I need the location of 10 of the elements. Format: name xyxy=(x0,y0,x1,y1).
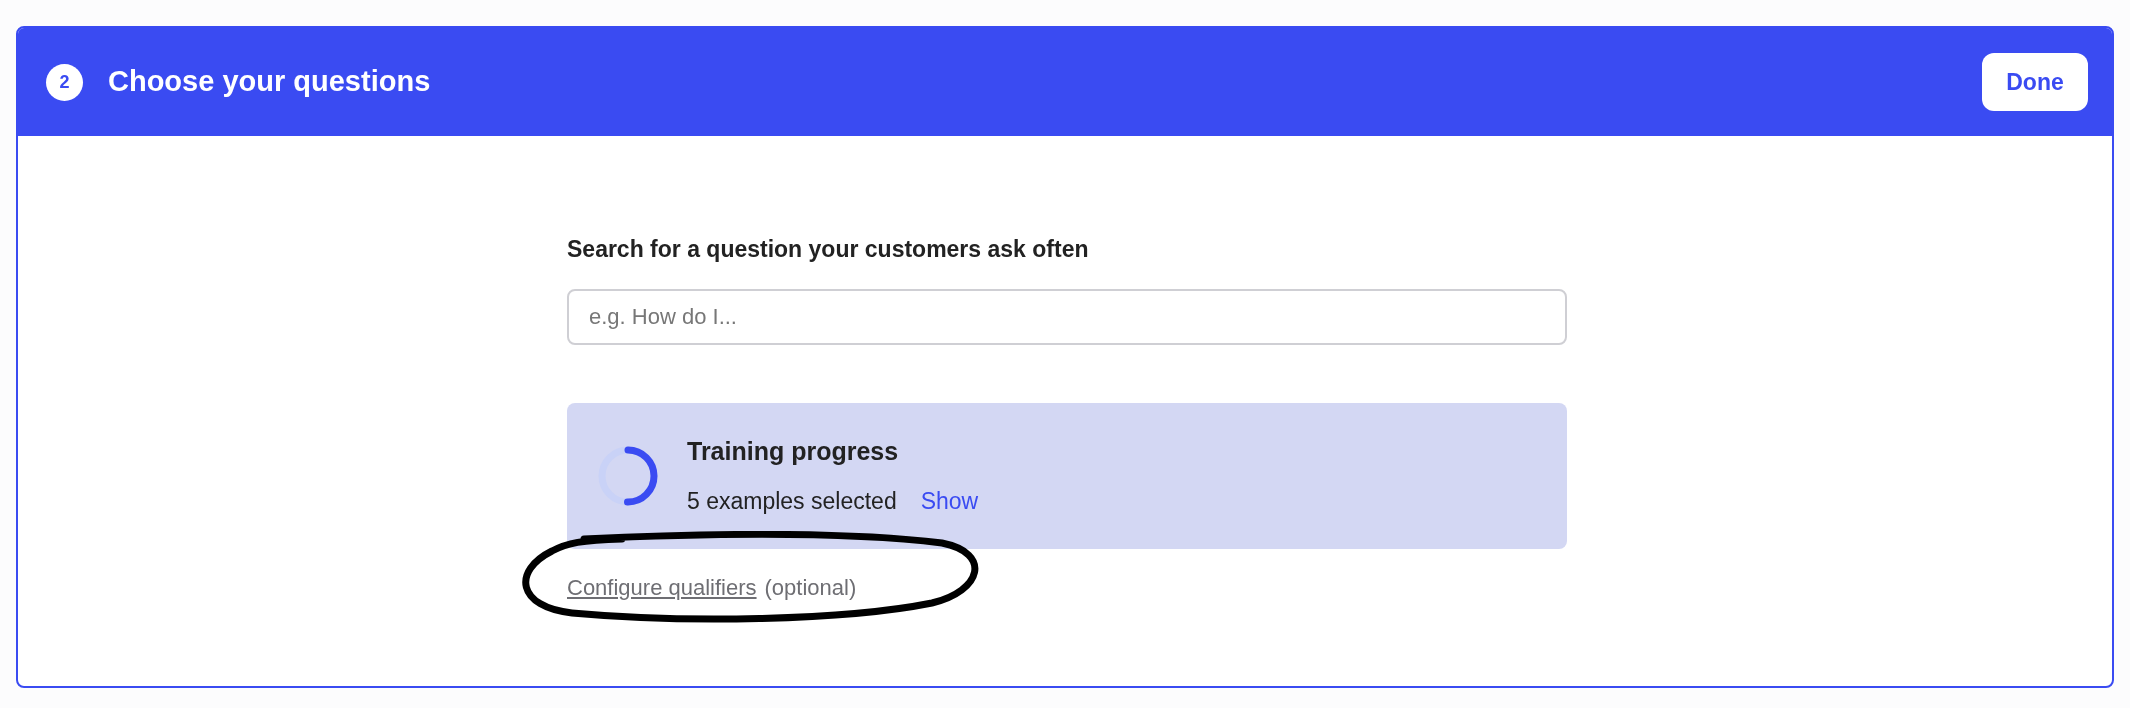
search-label: Search for a question your customers ask often xyxy=(567,235,1090,264)
examples-count: 5 examples selected xyxy=(687,487,897,516)
section-title: Choose your questions xyxy=(108,64,431,100)
configure-qualifiers-link[interactable]: Configure qualifiers xyxy=(567,570,757,604)
done-button[interactable]: Done xyxy=(1982,53,2088,111)
step-number: 2 xyxy=(46,63,83,101)
search-field[interactable]: e.g. How do I... xyxy=(567,288,1567,345)
training-title: Training progress xyxy=(687,435,900,467)
show-link[interactable]: Show xyxy=(920,484,979,519)
optional-note: (optional) xyxy=(764,573,857,602)
